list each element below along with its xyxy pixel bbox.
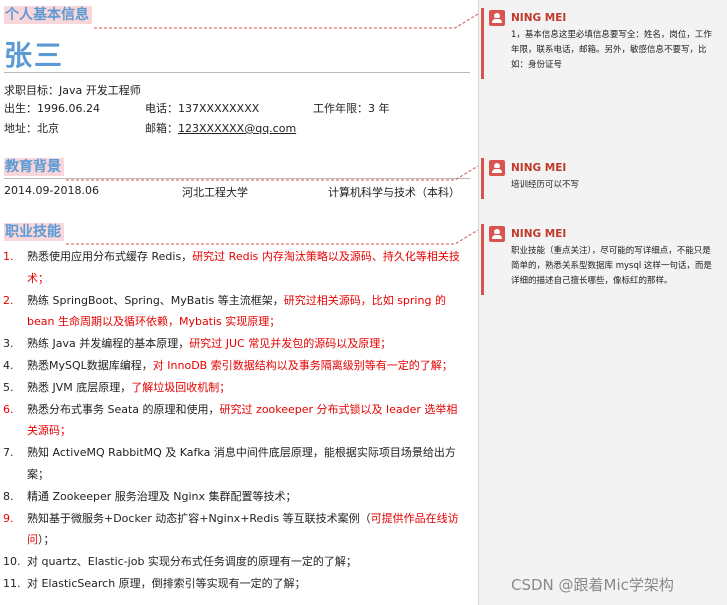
education-school: 河北工程大学 (182, 186, 248, 199)
user-avatar-icon (489, 10, 505, 26)
years-line: 工作年限：3 年 (313, 102, 390, 115)
skill-item: 2. 熟练 SpringBoot、Spring、MyBatis 等主流框架，研究… (0, 290, 470, 334)
skill-text-tail: ）； (38, 533, 55, 547)
skill-number: 3. (3, 337, 14, 351)
skill-item: 9. 熟知基于微服务+Docker 动态扩容+Nginx+Redis 等互联技术… (0, 508, 470, 552)
skill-text: 熟悉分布式事务 Seata 的原理和使用， (27, 402, 220, 416)
skill-number: 5. (3, 380, 14, 394)
skill-number: 9. (3, 511, 14, 525)
comment-author: NING MEI (511, 162, 567, 174)
skill-item: 6. 熟悉分布式事务 Seata 的原理和使用，研究过 zookeeper 分布… (0, 399, 470, 443)
education-divider (4, 178, 470, 179)
skill-item: 5. 熟悉 JVM 底层原理，了解垃圾回收机制； (0, 377, 470, 399)
skill-number: 2. (3, 293, 14, 307)
skill-item: 1. 熟悉使用应用分布式缓存 Redis，研究过 Redis 内存淘汰策略以及源… (0, 246, 470, 290)
comment-author: NING MEI (511, 228, 567, 240)
watermark: CSDN @跟着Mic学架构 (511, 576, 674, 594)
skill-item: 7. 熟知 ActiveMQ RabbitMQ 及 Kafka 消息中间件底层原… (0, 442, 470, 486)
skill-highlight: 了解垃圾回收机制； (131, 380, 231, 394)
skill-item: 10. 对 quartz、Elastic-job 实现分布式任务调度的原理有一定… (0, 551, 470, 573)
education-heading: 教育背景 (4, 158, 64, 176)
skill-item: 8. 精通 Zookeeper 服务治理及 Nginx 集群配置等技术； (0, 486, 470, 508)
name-divider (4, 72, 470, 73)
education-period: 2014.09-2018.06 (4, 184, 99, 197)
comment-card[interactable]: NING MEI 培训经历可以不写 (481, 158, 721, 199)
birth-line: 出生：1996.06.24 (4, 102, 100, 115)
email-label: 邮箱： (145, 122, 178, 135)
objective-line: 求职目标：Java 开发工程师 (4, 84, 141, 97)
skill-text: 熟知基于微服务+Docker 动态扩容+Nginx+Redis 等互联技术案例（ (27, 511, 371, 525)
skill-text: 对 ElasticSearch 原理，倒排索引等实现有一定的了解； (27, 576, 306, 590)
skill-number: 6. (3, 402, 14, 416)
comment-card[interactable]: NING MEI 职业技能（重点关注），尽可能的写详细点，不能只是简单的，熟悉关… (481, 224, 721, 295)
comments-pane (478, 0, 727, 605)
candidate-name: 张三 (4, 39, 65, 72)
skill-text: 熟悉 JVM 底层原理， (27, 380, 132, 394)
address-line: 地址：北京 (4, 122, 59, 135)
resume-document: 个人基本信息 张三 求职目标：Java 开发工程师 出生：1996.06.24 … (0, 0, 478, 605)
skill-item: 11. 对 ElasticSearch 原理，倒排索引等实现有一定的了解； (0, 573, 470, 595)
comment-card[interactable]: NING MEI 1，基本信息这里必填信息要写全：姓名，岗位，工作年限，联系电话… (481, 8, 721, 79)
skill-number: 7. (3, 446, 14, 460)
skill-text: 熟悉使用应用分布式缓存 Redis， (27, 250, 193, 263)
skill-highlight: 对 InnoDB 索引数据结构以及事务隔离级别等有一定的了解； (152, 358, 453, 372)
education-major: 计算机科学与技术（本科） (328, 186, 460, 199)
phone-line: 电话：137XXXXXXXX (145, 102, 260, 115)
user-avatar-icon (489, 160, 505, 176)
skill-text: 熟悉MySQL数据库编程， (27, 358, 153, 372)
user-avatar-icon (489, 226, 505, 242)
skill-item: 4. 熟悉MySQL数据库编程，对 InnoDB 索引数据结构以及事务隔离级别等… (0, 355, 470, 377)
skills-heading: 职业技能 (4, 223, 64, 241)
skill-text: 熟练 Java 并发编程的基本原理， (27, 337, 190, 351)
skill-text: 熟练 SpringBoot、Spring、MyBatis 等主流框架， (27, 293, 284, 307)
basic-info-heading: 个人基本信息 (4, 6, 92, 24)
skill-number: 1. (3, 250, 14, 263)
skills-list: 1. 熟悉使用应用分布式缓存 Redis，研究过 Redis 内存淘汰策略以及源… (0, 246, 470, 595)
skill-number: 8. (3, 489, 14, 503)
comment-text: 1，基本信息这里必填信息要写全：姓名，岗位，工作年限，联系电话，邮箱。另外，敏感… (511, 30, 712, 70)
skill-item: 3. 熟练 Java 并发编程的基本原理，研究过 JUC 常见并发包的源码以及原… (0, 333, 470, 355)
email-link[interactable]: 123XXXXXX@qq.com (178, 122, 296, 135)
skill-number: 11. (3, 576, 21, 590)
email-line: 邮箱：123XXXXXX@qq.com (145, 120, 296, 136)
comment-text: 职业技能（重点关注），尽可能的写详细点，不能只是简单的，熟悉关系型数据库 mys… (511, 246, 712, 286)
skill-highlight: 研究过 JUC 常见并发包的源码以及原理； (189, 337, 392, 351)
skill-number: 4. (3, 358, 14, 372)
comment-author: NING MEI (511, 12, 567, 24)
skill-text: 熟知 ActiveMQ RabbitMQ 及 Kafka 消息中间件底层原理，能… (27, 446, 456, 481)
skill-text: 精通 Zookeeper 服务治理及 Nginx 集群配置等技术； (27, 489, 297, 503)
comment-text: 培训经历可以不写 (511, 180, 580, 190)
skill-text: 对 quartz、Elastic-job 实现分布式任务调度的原理有一定的了解； (27, 555, 357, 569)
skill-number: 10. (3, 555, 21, 569)
